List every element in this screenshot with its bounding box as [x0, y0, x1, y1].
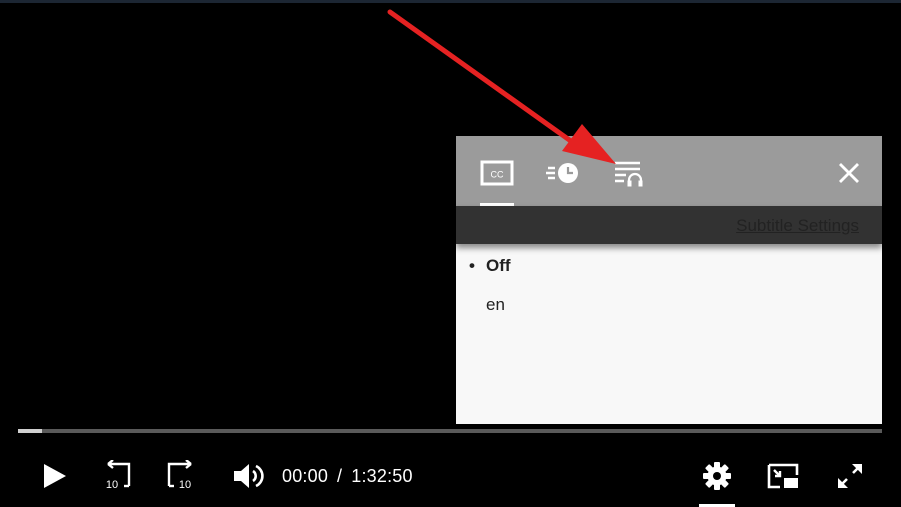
time-separator: / [337, 466, 343, 486]
picture-in-picture-button[interactable] [762, 456, 804, 496]
progress-bar[interactable] [18, 429, 882, 433]
subtitle-option-off[interactable]: • Off [469, 256, 511, 276]
rewind-10-button[interactable]: 10 [97, 456, 139, 496]
subtitle-option-en[interactable]: en [469, 295, 505, 315]
play-button[interactable] [34, 456, 74, 496]
subtitle-option-label: en [486, 295, 505, 314]
audio-track-icon [615, 161, 643, 187]
time-display: 00:00 / 1:32:50 [282, 466, 413, 487]
current-time: 00:00 [282, 466, 329, 486]
close-panel-button[interactable] [832, 156, 866, 190]
svg-text:10: 10 [106, 479, 118, 491]
tab-playback-speed[interactable] [539, 150, 587, 206]
forward-10-icon: 10 [167, 460, 192, 491]
panel-tab-bar: CC [456, 136, 882, 206]
fullscreen-button[interactable] [829, 456, 871, 496]
subtitle-settings-bar: Subtitle Settings [456, 206, 882, 244]
close-icon [839, 163, 859, 183]
fullscreen-icon [838, 464, 862, 488]
subtitle-settings-panel: CC Subtitle Settings • Off en [456, 136, 882, 424]
settings-gear-icon [703, 462, 731, 490]
subtitle-settings-link[interactable]: Subtitle Settings [736, 216, 859, 236]
subtitle-option-label: Off [486, 256, 511, 275]
closed-captions-icon: CC [480, 160, 514, 186]
volume-button[interactable] [228, 456, 270, 496]
window-top-border [0, 0, 901, 3]
tab-audio-tracks[interactable] [605, 150, 653, 206]
duration: 1:32:50 [351, 466, 413, 486]
rewind-10-icon: 10 [106, 460, 131, 491]
forward-10-button[interactable]: 10 [160, 456, 202, 496]
svg-text:10: 10 [179, 479, 191, 491]
playback-speed-icon [546, 163, 578, 183]
progress-bar-fill [18, 429, 43, 433]
svg-text:CC: CC [491, 170, 504, 180]
play-icon [44, 464, 66, 488]
settings-button[interactable] [696, 456, 738, 496]
selected-bullet: • [469, 256, 475, 275]
tab-subtitles[interactable]: CC [473, 150, 521, 206]
volume-icon [234, 464, 264, 488]
picture-in-picture-icon [767, 463, 799, 489]
